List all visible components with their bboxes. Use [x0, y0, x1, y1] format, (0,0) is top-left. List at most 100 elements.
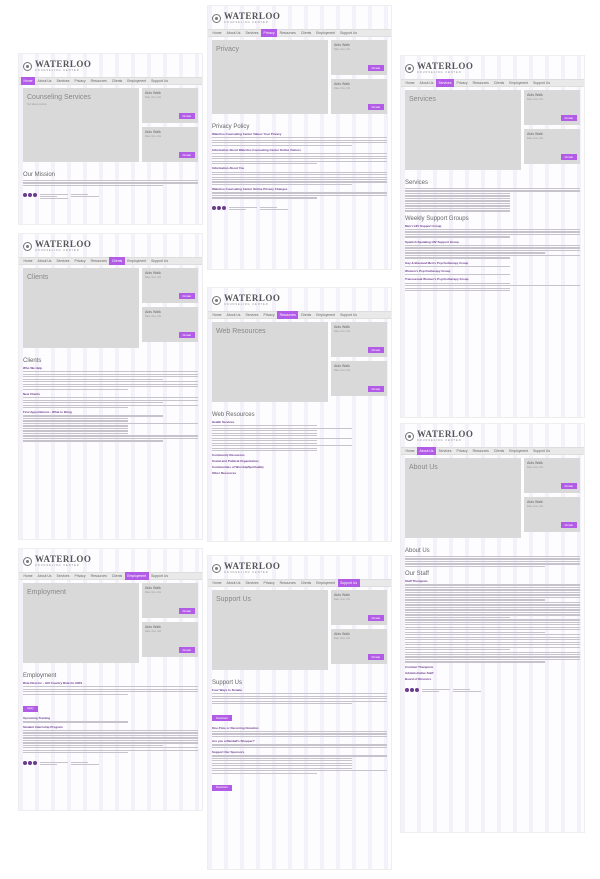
nav-clients[interactable]: Clients: [109, 572, 124, 580]
nav-privacy[interactable]: Privacy: [261, 579, 277, 587]
nav-clients[interactable]: Clients: [491, 447, 506, 455]
nav-clients[interactable]: Clients: [109, 257, 125, 265]
donate-button[interactable]: Donate: [178, 152, 195, 158]
nav-support[interactable]: Support Us: [337, 579, 360, 587]
download-button[interactable]: Download: [212, 715, 232, 722]
donate-button[interactable]: Donate: [178, 608, 195, 614]
nav-services[interactable]: Services: [436, 79, 455, 87]
nav-employment[interactable]: Employment: [125, 257, 149, 265]
email-icon[interactable]: [33, 193, 37, 198]
donate-button[interactable]: Donate: [178, 113, 195, 119]
nav-resources[interactable]: Resources: [88, 77, 109, 85]
donate-button[interactable]: Donate: [560, 522, 577, 528]
logo[interactable]: WATERLOO COUNSELING CENTER: [19, 54, 202, 77]
logo[interactable]: WATERLOO COUNSELING CENTER: [208, 6, 391, 29]
nav-home[interactable]: Home: [403, 79, 417, 87]
twitter-icon[interactable]: [217, 205, 221, 210]
nav-resources[interactable]: Resources: [88, 257, 109, 265]
nav-services[interactable]: Services: [243, 579, 261, 587]
nav-resources[interactable]: Resources: [277, 311, 299, 319]
logo[interactable]: WATERLOO COUNSELING CENTER: [401, 56, 584, 79]
logo[interactable]: WATERLOO COUNSELING CENTER: [19, 234, 202, 257]
nav-home[interactable]: Home: [210, 29, 224, 37]
nav-about[interactable]: About Us: [35, 257, 54, 265]
nav-privacy[interactable]: Privacy: [454, 447, 470, 455]
donate-button[interactable]: Donate: [367, 104, 384, 110]
nav-employment[interactable]: Employment: [314, 311, 338, 319]
nav-home[interactable]: Home: [21, 257, 35, 265]
apply-button[interactable]: Apply: [23, 705, 38, 712]
donate-button[interactable]: Donate: [560, 483, 577, 489]
nav-privacy[interactable]: Privacy: [72, 257, 88, 265]
download-button[interactable]: Download: [212, 784, 232, 791]
resource-category-link[interactable]: Health Services: [212, 420, 387, 424]
nav-employment[interactable]: Employment: [507, 79, 531, 87]
nav-employment[interactable]: Employment: [125, 77, 149, 85]
nav-privacy[interactable]: Privacy: [72, 77, 88, 85]
twitter-icon[interactable]: [28, 760, 32, 765]
logo[interactable]: WATERLOO COUNSELING CENTER: [208, 556, 391, 579]
resource-category-link[interactable]: Communities of Worship/Spirituality: [212, 465, 387, 469]
logo[interactable]: WATERLOO COUNSELING CENTER: [401, 424, 584, 447]
logo[interactable]: WATERLOO COUNSELING CENTER: [19, 549, 202, 572]
logo[interactable]: WATERLOO COUNSELING CENTER: [208, 288, 391, 311]
donate-button[interactable]: Donate: [178, 332, 195, 338]
donate-button[interactable]: Donate: [178, 647, 195, 653]
nav-employment[interactable]: Employment: [314, 29, 338, 37]
nav-resources[interactable]: Resources: [277, 29, 298, 37]
nav-about[interactable]: About Us: [35, 77, 54, 85]
nav-clients[interactable]: Clients: [298, 311, 313, 319]
email-icon[interactable]: [415, 687, 419, 692]
nav-about[interactable]: About Us: [224, 579, 243, 587]
nav-privacy[interactable]: Privacy: [72, 572, 88, 580]
nav-employment[interactable]: Employment: [314, 579, 338, 587]
nav-clients[interactable]: Clients: [109, 77, 124, 85]
nav-home[interactable]: Home: [21, 572, 35, 580]
twitter-icon[interactable]: [410, 687, 414, 692]
nav-privacy[interactable]: Privacy: [261, 311, 277, 319]
facebook-icon[interactable]: [212, 205, 216, 210]
nav-resources[interactable]: Resources: [470, 447, 491, 455]
nav-clients[interactable]: Clients: [298, 29, 313, 37]
nav-support[interactable]: Support Us: [149, 77, 171, 85]
donate-button[interactable]: Donate: [367, 654, 384, 660]
nav-services[interactable]: Services: [243, 311, 261, 319]
nav-home[interactable]: Home: [210, 579, 224, 587]
nav-support[interactable]: Support Us: [338, 29, 360, 37]
nav-support[interactable]: Support Us: [149, 257, 171, 265]
nav-services[interactable]: Services: [243, 29, 261, 37]
nav-resources[interactable]: Resources: [277, 579, 298, 587]
email-icon[interactable]: [33, 760, 37, 765]
donate-button[interactable]: Donate: [367, 615, 384, 621]
donate-button[interactable]: Donate: [367, 65, 384, 71]
nav-about[interactable]: About Us: [35, 572, 54, 580]
donate-button[interactable]: Donate: [560, 154, 577, 160]
nav-services[interactable]: Services: [54, 77, 72, 85]
nav-about[interactable]: About Us: [224, 29, 243, 37]
nav-privacy[interactable]: Privacy: [454, 79, 470, 87]
nav-support[interactable]: Support Us: [531, 447, 553, 455]
nav-about[interactable]: About Us: [224, 311, 243, 319]
resource-category-link[interactable]: Other Resources: [212, 471, 387, 475]
donate-button[interactable]: Donate: [367, 386, 384, 392]
donate-button[interactable]: Donate: [560, 115, 577, 121]
nav-services[interactable]: Services: [54, 257, 72, 265]
nav-services[interactable]: Services: [54, 572, 72, 580]
nav-employment[interactable]: Employment: [507, 447, 531, 455]
nav-about[interactable]: About Us: [417, 79, 436, 87]
nav-home[interactable]: Home: [210, 311, 224, 319]
nav-services[interactable]: Services: [436, 447, 454, 455]
nav-privacy[interactable]: Privacy: [261, 29, 278, 37]
resource-category-link[interactable]: Community Resources: [212, 453, 387, 457]
facebook-icon[interactable]: [23, 193, 27, 198]
facebook-icon[interactable]: [23, 760, 27, 765]
nav-about[interactable]: About Us: [417, 447, 436, 455]
nav-clients[interactable]: Clients: [491, 79, 506, 87]
email-icon[interactable]: [222, 205, 226, 210]
nav-support[interactable]: Support Us: [338, 311, 360, 319]
donate-button[interactable]: Donate: [178, 293, 195, 299]
nav-support[interactable]: Support Us: [149, 572, 171, 580]
nav-resources[interactable]: Resources: [88, 572, 109, 580]
donate-button[interactable]: Donate: [367, 347, 384, 353]
nav-clients[interactable]: Clients: [298, 579, 313, 587]
